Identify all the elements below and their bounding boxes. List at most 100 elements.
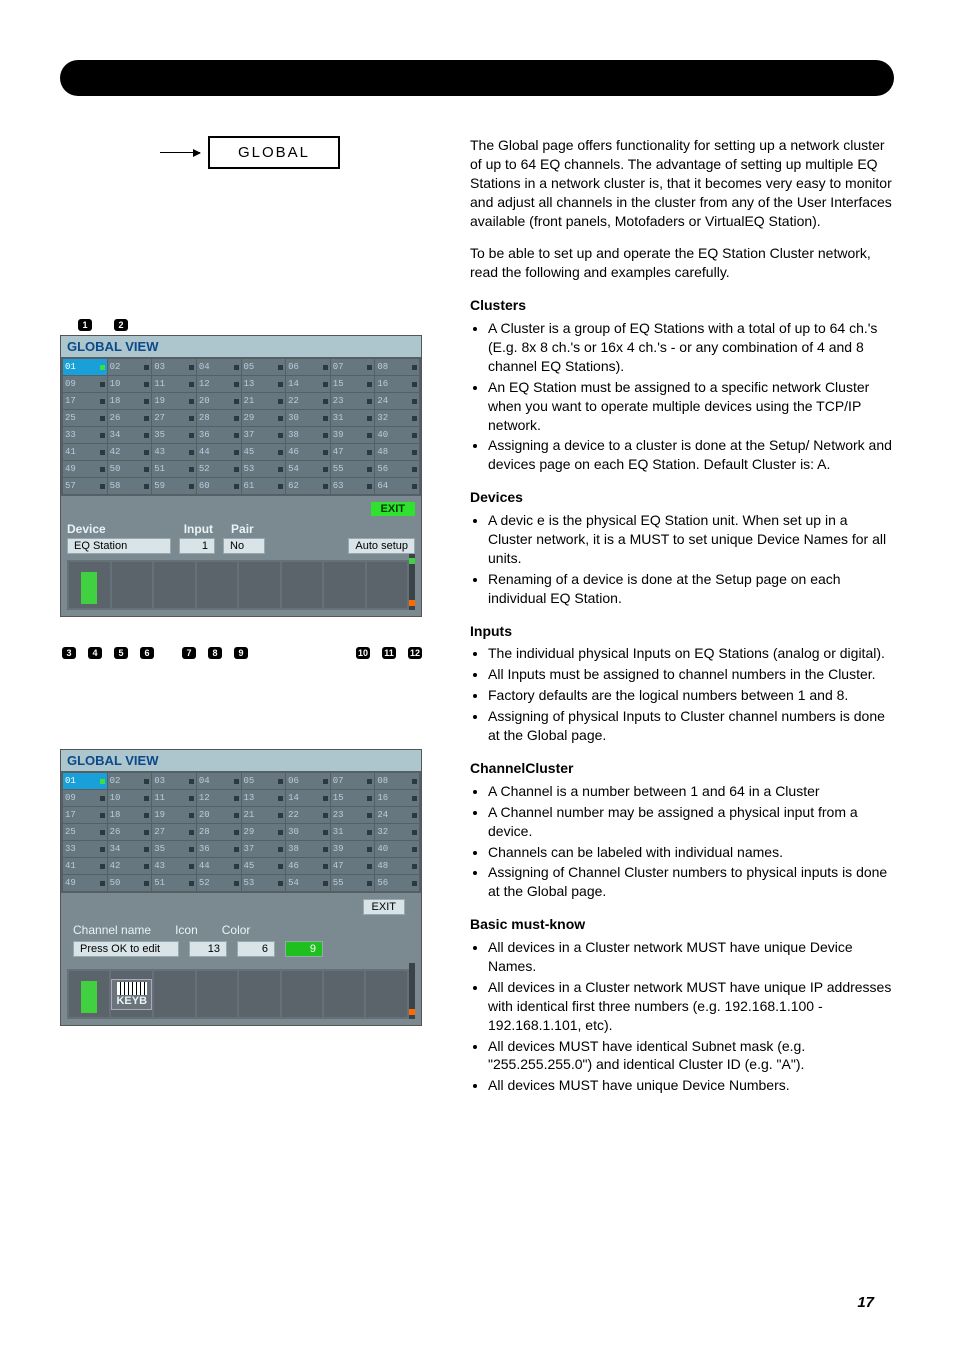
channel-cell[interactable]: 06 bbox=[286, 773, 330, 789]
channel-cell[interactable]: 40 bbox=[375, 427, 419, 443]
channel-cell[interactable]: 02 bbox=[108, 773, 152, 789]
channel-cell[interactable]: 30 bbox=[286, 410, 330, 426]
channel-cell[interactable]: 04 bbox=[197, 773, 241, 789]
channel-cell[interactable]: 20 bbox=[197, 807, 241, 823]
channel-cell[interactable]: 58 bbox=[108, 478, 152, 494]
channel-cell[interactable]: 05 bbox=[242, 359, 286, 375]
channel-cell[interactable]: 37 bbox=[242, 427, 286, 443]
channel-cell[interactable]: 52 bbox=[197, 461, 241, 477]
channel-cell[interactable]: 16 bbox=[375, 376, 419, 392]
auto-setup-button[interactable]: Auto setup bbox=[348, 538, 415, 554]
channel-cell[interactable]: 40 bbox=[375, 841, 419, 857]
channel-cell[interactable]: 63 bbox=[331, 478, 375, 494]
channel-cell[interactable]: 60 bbox=[197, 478, 241, 494]
channel-cell[interactable]: 61 bbox=[242, 478, 286, 494]
channel-cell[interactable]: 10 bbox=[108, 376, 152, 392]
channel-cell[interactable]: 03 bbox=[152, 359, 196, 375]
channel-cell[interactable]: 39 bbox=[331, 427, 375, 443]
channel-cell[interactable]: 33 bbox=[63, 841, 107, 857]
channel-cell[interactable]: 50 bbox=[108, 875, 152, 891]
channel-cell[interactable]: 41 bbox=[63, 444, 107, 460]
global-button[interactable]: GLOBAL bbox=[208, 136, 340, 169]
channel-cell[interactable]: 27 bbox=[152, 824, 196, 840]
channel-cell[interactable]: 47 bbox=[331, 444, 375, 460]
channel-cell[interactable]: 16 bbox=[375, 790, 419, 806]
channel-cell[interactable]: 53 bbox=[242, 461, 286, 477]
exit-button[interactable]: EXIT bbox=[371, 502, 415, 516]
channel-cell[interactable]: 12 bbox=[197, 790, 241, 806]
channel-cell[interactable]: 25 bbox=[63, 824, 107, 840]
channel-cell[interactable]: 20 bbox=[197, 393, 241, 409]
channel-cell[interactable]: 41 bbox=[63, 858, 107, 874]
channel-cell[interactable]: 53 bbox=[242, 875, 286, 891]
channel-cell[interactable]: 15 bbox=[331, 376, 375, 392]
channel-cell[interactable]: 31 bbox=[331, 824, 375, 840]
channel-cell[interactable]: 24 bbox=[375, 807, 419, 823]
channel-cell[interactable]: 54 bbox=[286, 875, 330, 891]
channel-cell[interactable]: 27 bbox=[152, 410, 196, 426]
channel-grid[interactable]: 0102030405060708091011121314151617181920… bbox=[61, 771, 421, 893]
channel-cell[interactable]: 31 bbox=[331, 410, 375, 426]
channel-cell[interactable]: 26 bbox=[108, 410, 152, 426]
channel-cell[interactable]: 36 bbox=[197, 427, 241, 443]
channel-cell[interactable]: 19 bbox=[152, 393, 196, 409]
channel-cell[interactable]: 49 bbox=[63, 875, 107, 891]
channel-cell[interactable]: 14 bbox=[286, 790, 330, 806]
channel-cell[interactable]: 39 bbox=[331, 841, 375, 857]
channel-cell[interactable]: 04 bbox=[197, 359, 241, 375]
channel-cell[interactable]: 01 bbox=[63, 359, 107, 375]
channel-cell[interactable]: 01 bbox=[63, 773, 107, 789]
channel-cell[interactable]: 22 bbox=[286, 807, 330, 823]
channel-cell[interactable]: 19 bbox=[152, 807, 196, 823]
channel-cell[interactable]: 09 bbox=[63, 376, 107, 392]
channel-cell[interactable]: 52 bbox=[197, 875, 241, 891]
channel-cell[interactable]: 34 bbox=[108, 841, 152, 857]
color-field[interactable]: 6 bbox=[237, 941, 275, 957]
channel-cell[interactable]: 34 bbox=[108, 427, 152, 443]
channel-cell[interactable]: 23 bbox=[331, 393, 375, 409]
channel-cell[interactable]: 28 bbox=[197, 824, 241, 840]
channel-cell[interactable]: 38 bbox=[286, 427, 330, 443]
channel-cell[interactable]: 10 bbox=[108, 790, 152, 806]
channel-cell[interactable]: 23 bbox=[331, 807, 375, 823]
channel-cell[interactable]: 14 bbox=[286, 376, 330, 392]
channel-cell[interactable]: 29 bbox=[242, 824, 286, 840]
channel-cell[interactable]: 43 bbox=[152, 444, 196, 460]
channel-cell[interactable]: 07 bbox=[331, 773, 375, 789]
channel-cell[interactable]: 42 bbox=[108, 858, 152, 874]
extra-field[interactable]: 9 bbox=[285, 941, 323, 957]
channel-cell[interactable]: 59 bbox=[152, 478, 196, 494]
channel-cell[interactable]: 25 bbox=[63, 410, 107, 426]
channel-cell[interactable]: 54 bbox=[286, 461, 330, 477]
channel-cell[interactable]: 32 bbox=[375, 824, 419, 840]
channel-cell[interactable]: 28 bbox=[197, 410, 241, 426]
channel-cell[interactable]: 51 bbox=[152, 875, 196, 891]
channel-cell[interactable]: 12 bbox=[197, 376, 241, 392]
channel-cell[interactable]: 17 bbox=[63, 807, 107, 823]
channel-cell[interactable]: 48 bbox=[375, 444, 419, 460]
channel-cell[interactable]: 36 bbox=[197, 841, 241, 857]
channel-cell[interactable]: 50 bbox=[108, 461, 152, 477]
channel-grid[interactable]: 0102030405060708091011121314151617181920… bbox=[61, 357, 421, 496]
exit-button[interactable]: EXIT bbox=[363, 899, 405, 915]
channel-cell[interactable]: 45 bbox=[242, 858, 286, 874]
channel-cell[interactable]: 13 bbox=[242, 376, 286, 392]
channel-cell[interactable]: 38 bbox=[286, 841, 330, 857]
channel-cell[interactable]: 62 bbox=[286, 478, 330, 494]
channel-cell[interactable]: 44 bbox=[197, 858, 241, 874]
channel-cell[interactable]: 56 bbox=[375, 875, 419, 891]
channel-cell[interactable]: 64 bbox=[375, 478, 419, 494]
channel-cell[interactable]: 46 bbox=[286, 858, 330, 874]
channel-cell[interactable]: 13 bbox=[242, 790, 286, 806]
channel-cell[interactable]: 48 bbox=[375, 858, 419, 874]
channel-cell[interactable]: 42 bbox=[108, 444, 152, 460]
channel-cell[interactable]: 26 bbox=[108, 824, 152, 840]
channel-cell[interactable]: 49 bbox=[63, 461, 107, 477]
channel-cell[interactable]: 03 bbox=[152, 773, 196, 789]
device-field[interactable]: EQ Station bbox=[67, 538, 171, 554]
channel-cell[interactable]: 21 bbox=[242, 393, 286, 409]
channel-cell[interactable]: 24 bbox=[375, 393, 419, 409]
channel-cell[interactable]: 35 bbox=[152, 841, 196, 857]
channel-cell[interactable]: 07 bbox=[331, 359, 375, 375]
channel-cell[interactable]: 55 bbox=[331, 875, 375, 891]
